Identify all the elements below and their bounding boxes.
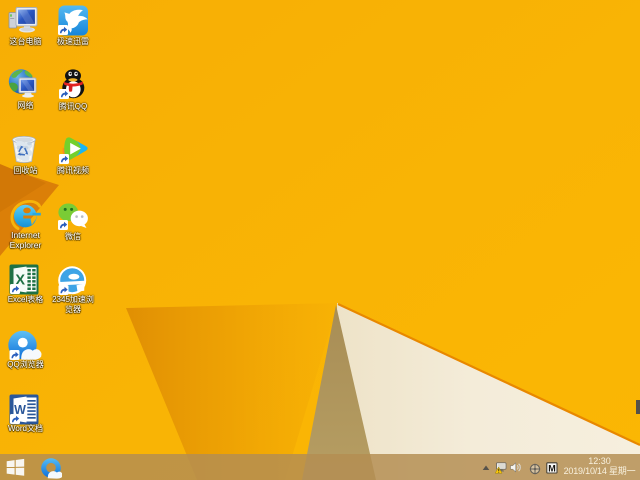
svg-text:M: M — [548, 463, 556, 473]
